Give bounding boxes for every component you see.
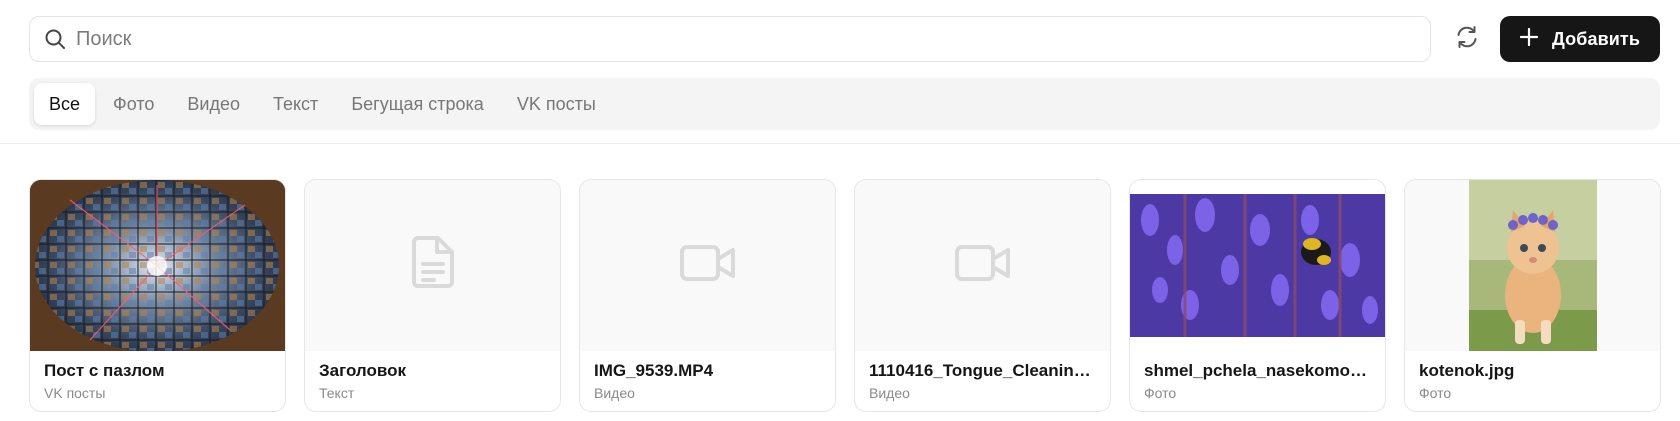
filter-tabs: Все Фото Видео Текст Бегущая строка VK п… bbox=[29, 78, 1660, 130]
media-card[interactable]: IMG_9539.MP4 Видео bbox=[579, 179, 836, 412]
tab-text[interactable]: Текст bbox=[258, 83, 333, 125]
media-card[interactable]: 1110416_Tongue_Cleaning_1… Видео bbox=[854, 179, 1111, 412]
search-icon bbox=[44, 28, 66, 50]
tab-vk-posts[interactable]: VK посты bbox=[502, 83, 611, 125]
card-type: Текст bbox=[319, 385, 355, 401]
card-type: VK посты bbox=[44, 385, 106, 401]
card-type: Фото bbox=[1419, 385, 1452, 401]
card-type: Видео bbox=[869, 385, 910, 401]
card-title: Пост с пазлом bbox=[44, 361, 165, 380]
media-card[interactable]: shmel_pchela_nasekomoe_… Фото bbox=[1129, 179, 1386, 412]
card-title: shmel_pchela_nasekomoe_… bbox=[1144, 361, 1376, 380]
thumbnail-placeholder bbox=[580, 180, 835, 351]
media-grid: Пост с пазлом VK посты Заголовок Текст I… bbox=[29, 179, 1661, 412]
tab-ticker[interactable]: Бегущая строка bbox=[336, 83, 499, 125]
tab-video[interactable]: Видео bbox=[172, 83, 255, 125]
bumblebee-photo bbox=[1130, 180, 1385, 351]
thumbnail-placeholder bbox=[855, 180, 1110, 351]
add-button[interactable]: Добавить bbox=[1500, 16, 1660, 62]
card-type: Фото bbox=[1144, 385, 1177, 401]
refresh-icon bbox=[1454, 24, 1480, 55]
add-button-label: Добавить bbox=[1552, 28, 1640, 49]
card-type: Видео bbox=[594, 385, 635, 401]
media-card[interactable]: Заголовок Текст bbox=[304, 179, 561, 412]
card-title: kotenok.jpg bbox=[1419, 361, 1515, 380]
card-title: Заголовок bbox=[319, 361, 407, 380]
card-title: IMG_9539.MP4 bbox=[594, 361, 714, 380]
media-card[interactable]: kotenok.jpg Фото bbox=[1404, 179, 1661, 412]
search-input[interactable]: Поиск bbox=[76, 28, 131, 51]
card-title: 1110416_Tongue_Cleaning_1… bbox=[869, 361, 1101, 380]
search-bar[interactable]: Поиск bbox=[29, 16, 1431, 62]
divider bbox=[0, 143, 1680, 144]
kitten-photo bbox=[1405, 180, 1660, 351]
media-card[interactable]: Пост с пазлом VK посты bbox=[29, 179, 286, 412]
plus-icon bbox=[1519, 27, 1539, 51]
tab-photo[interactable]: Фото bbox=[98, 83, 169, 125]
refresh-button[interactable] bbox=[1450, 22, 1484, 56]
video-camera-icon bbox=[954, 244, 1011, 287]
document-icon bbox=[410, 236, 456, 295]
thumbnail-placeholder bbox=[305, 180, 560, 351]
tab-all[interactable]: Все bbox=[34, 83, 96, 125]
puzzle-collage-image bbox=[30, 180, 285, 351]
video-camera-icon bbox=[679, 244, 736, 287]
